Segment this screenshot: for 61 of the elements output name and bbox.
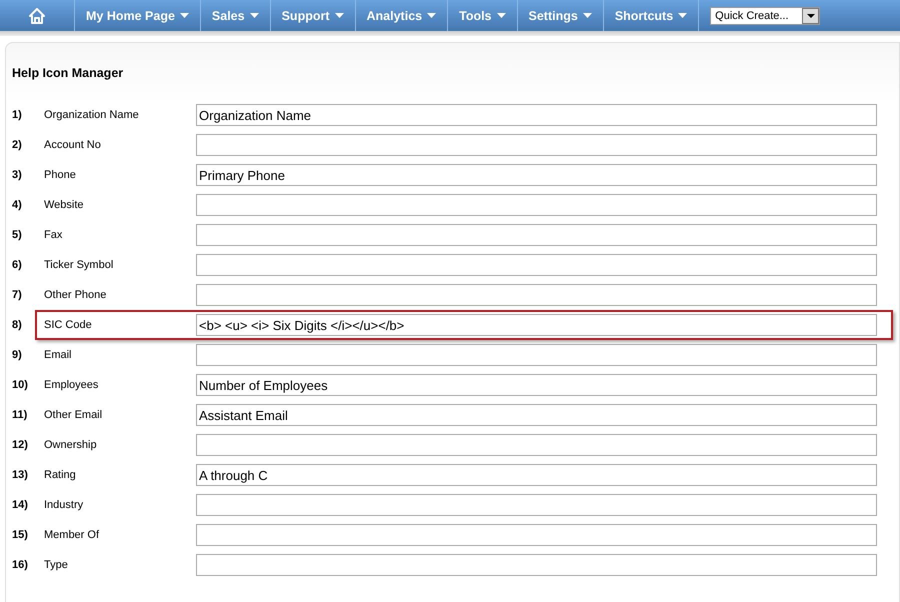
field-label: Ticker Symbol bbox=[44, 259, 114, 271]
row-number: 9) bbox=[11, 349, 23, 361]
input-field[interactable] bbox=[196, 254, 877, 276]
input-field[interactable]: <b> <u> <i> Six Digits </i></u></b> bbox=[196, 314, 877, 336]
input-field[interactable] bbox=[196, 344, 877, 366]
input-field[interactable] bbox=[196, 434, 877, 456]
row-number: 3) bbox=[11, 169, 23, 181]
field-label: Phone bbox=[44, 169, 77, 181]
quick-create-dropdown[interactable]: Quick Create... bbox=[710, 6, 820, 24]
input-field[interactable] bbox=[196, 194, 877, 216]
input-field[interactable]: Organization Name bbox=[196, 104, 877, 126]
field-label: Account No bbox=[44, 139, 102, 151]
row-number: 8) bbox=[11, 319, 23, 331]
input-field[interactable] bbox=[196, 494, 877, 516]
field-label: Organization Name bbox=[44, 109, 140, 121]
row-number: 12) bbox=[11, 439, 29, 451]
field-label: Website bbox=[44, 199, 85, 211]
caret-icon bbox=[334, 13, 344, 18]
field-label: Type bbox=[44, 559, 69, 571]
input-field[interactable] bbox=[196, 524, 877, 546]
row-number: 14) bbox=[11, 499, 29, 511]
field-label: Other Phone bbox=[44, 289, 108, 301]
field-label: Employees bbox=[44, 379, 100, 391]
caret-icon bbox=[582, 13, 592, 18]
row-number: 5) bbox=[11, 229, 23, 241]
caret-icon bbox=[427, 13, 436, 18]
input-field[interactable] bbox=[196, 284, 877, 306]
input-field[interactable]: Number of Employees bbox=[196, 374, 877, 396]
input-field[interactable] bbox=[196, 134, 877, 156]
row-number: 11) bbox=[11, 409, 28, 421]
input-field[interactable]: Assistant Email bbox=[196, 404, 877, 426]
input-field[interactable]: A through C bbox=[196, 464, 877, 486]
field-label: Member Of bbox=[44, 529, 100, 541]
field-label: Fax bbox=[44, 229, 64, 241]
row-number: 10) bbox=[11, 379, 29, 391]
row-number: 1) bbox=[11, 109, 23, 121]
row-number: 7) bbox=[11, 289, 23, 301]
row-number: 16) bbox=[11, 559, 29, 571]
caret-icon bbox=[496, 13, 506, 18]
input-field[interactable] bbox=[196, 554, 877, 576]
field-label: Ownership bbox=[44, 439, 98, 451]
field-label: Rating bbox=[44, 469, 77, 481]
row-number: 6) bbox=[11, 259, 23, 271]
caret-icon bbox=[250, 13, 259, 18]
page-title: Help Icon Manager bbox=[11, 65, 124, 82]
input-field[interactable]: Primary Phone bbox=[196, 164, 877, 186]
field-label: Other Email bbox=[44, 409, 104, 421]
field-label: Email bbox=[44, 349, 73, 361]
row-number: 4) bbox=[11, 199, 23, 211]
row-number: 15) bbox=[11, 529, 29, 541]
field-label: Industry bbox=[44, 499, 84, 511]
dropdown-button[interactable] bbox=[802, 8, 820, 24]
input-field[interactable] bbox=[196, 224, 877, 246]
caret-icon bbox=[806, 14, 815, 18]
row-number: 2) bbox=[11, 139, 23, 151]
caret-icon bbox=[678, 13, 688, 18]
caret-icon bbox=[180, 13, 189, 18]
field-label: SIC Code bbox=[44, 319, 93, 331]
row-number: 13) bbox=[11, 469, 29, 481]
dropdown-value: Quick Create... bbox=[714, 10, 790, 22]
home-icon bbox=[29, 8, 45, 24]
